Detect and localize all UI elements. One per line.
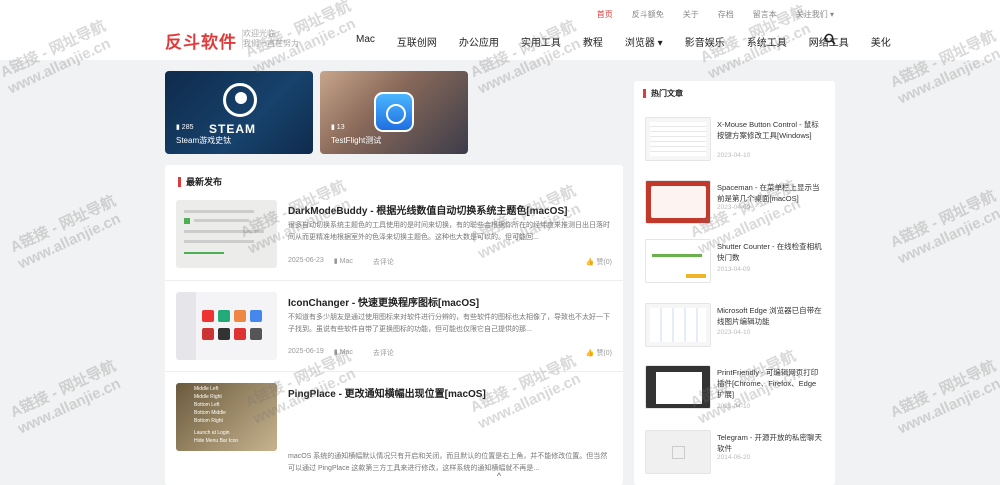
toplink-follow[interactable]: 关注我们 ▾ [796,9,834,20]
featured-count: ▮ 285 [176,124,194,131]
search-icon[interactable] [824,33,836,45]
latest-heading: 最新发布 [178,177,222,187]
thumb-line: Bottom Right [194,418,223,424]
hot-post-thumbnail[interactable] [645,303,711,347]
post-divider [165,280,623,281]
tagline-line-1: 欢迎光临 [243,29,275,38]
tagline-line-2: 我们一直在努力 [243,39,299,48]
hot-post-title[interactable]: Shutter Counter - 在线检查相机快门数 [717,241,825,263]
steam-logo-text: STEAM [209,122,256,136]
post-category[interactable]: ▮ Mac [334,348,363,358]
post-comment-link[interactable]: 去评论 [373,348,394,358]
hot-post-title[interactable]: PrintFriendly - 可编辑网页打印插件[Chrome、Firefox… [717,367,825,400]
post-like-button[interactable]: 👍 赞(0) [586,257,612,267]
scroll-to-top-button[interactable]: ^ [487,471,511,485]
nav-item-tools[interactable]: 实用工具 [521,34,561,49]
post-excerpt: 很多自动切换系统主题色的工具使用的是时间来切换，有的聪些会根据你所在的经纬度来推… [288,222,610,241]
post-thumbnail[interactable] [176,200,277,268]
thumb-line: Launch at Login [194,430,230,436]
toplink-about[interactable]: 关于 [683,9,699,20]
post-thumbnail[interactable]: Middle Left Middle Right Bottom Left Bot… [176,383,277,451]
toplink-home[interactable]: 首页 [597,9,613,20]
post-title[interactable]: IconChanger - 快速更换程序图标[macOS] [288,294,479,309]
thumb-line: Bottom Middle [194,410,226,416]
post-category[interactable]: ▮ Mac [334,257,363,267]
featured-title[interactable]: Steam游戏史钛 [176,135,231,146]
nav-item-mac[interactable]: Mac [356,34,375,49]
hot-post-thumbnail[interactable] [645,239,711,283]
post-like-button[interactable]: 👍 赞(0) [586,348,612,358]
watermark: A链接 - 网址导航 www.allanjie.cn [887,357,1000,438]
post-excerpt: macOS 系统的通知横幅默认情况只有开启和关闭，而且默认的位置是右上角，并不能… [288,453,608,472]
thumb-line: Middle Right [194,394,222,400]
toplink-archive[interactable]: 存档 [718,9,734,20]
site-logo[interactable]: 反斗软件 [165,28,237,53]
nav-item-media[interactable]: 影音娱乐 [685,34,725,49]
post-excerpt: 不知道有多少朋友是通过使用图标来对软件进行分辨的，有些软件的图标也太相像了，导致… [288,314,610,333]
toplink-free[interactable]: 反斗额免 [632,9,664,20]
nav-item-browser[interactable]: 浏览器 ▾ [625,34,663,49]
post-divider [165,371,623,372]
thumb-line: Hide Menu Bar Icon [194,438,239,444]
hot-post-date: 2023-04-10 [717,329,751,336]
nav-item-office[interactable]: 办公应用 [459,34,499,49]
hot-post-thumbnail[interactable] [645,365,711,409]
hot-post-thumbnail[interactable] [645,180,711,224]
hot-post-thumbnail[interactable] [645,430,711,474]
nav-item-tutorial[interactable]: 教程 [583,34,603,49]
featured-card-steam[interactable]: STEAM ▮ 285 Steam游戏史钛 [165,71,313,154]
testflight-app-icon [374,92,414,132]
hot-post-date: 2014-06-20 [717,454,751,461]
thumb-line: Bottom Left [194,402,220,408]
nav-item-internet[interactable]: 互联创网 [397,34,437,49]
hot-post-item[interactable]: Spaceman - 在菜单栏上显示当前是第几个桌面[macOS] 2023-0… [645,180,825,226]
hot-post-date: 2023-04-10 [717,403,751,410]
hot-post-title[interactable]: Telegram - 开源开放的私密聊天软件 [717,432,825,454]
hot-post-date: 2023-04-10 [717,152,751,159]
hot-post-item[interactable]: Shutter Counter - 在线检查相机快门数 2013-04-09 [645,239,825,285]
featured-card-testflight[interactable]: ▮ 13 TestFlight测试 [320,71,468,154]
post-thumbnail[interactable] [176,292,277,360]
nav-item-beautify[interactable]: 美化 [871,34,891,49]
watermark: A链接 - 网址导航 www.allanjie.cn [7,192,124,273]
hot-post-thumbnail[interactable] [645,117,711,161]
post-title[interactable]: PingPlace - 更改通知横幅出现位置[macOS] [288,385,486,400]
hot-post-item[interactable]: PrintFriendly - 可编辑网页打印插件[Chrome、Firefox… [645,365,825,411]
post-date: 2025-06-19 [288,348,324,355]
featured-title[interactable]: TestFlight测试 [331,135,381,146]
featured-count: ▮ 13 [331,124,345,131]
hot-post-date: 2023-04-09 [717,204,751,211]
post-date: 2025-06-23 [288,257,324,264]
hot-post-item[interactable]: X-Mouse Button Control - 鼠标按键方案修改工具[Wind… [645,117,825,163]
watermark: A链接 - 网址导航 www.allanjie.cn [887,187,1000,268]
post-comment-link[interactable]: 去评论 [373,257,394,267]
hot-post-title[interactable]: Spaceman - 在菜单栏上显示当前是第几个桌面[macOS] [717,182,825,204]
sidebar-heading: 热门文章 [643,89,683,98]
hot-post-title[interactable]: Microsoft Edge 浏览器已自带在线图片编辑功能 [717,305,825,327]
post-title[interactable]: DarkModeBuddy - 根据光线数值自动切换系统主题色[macOS] [288,202,567,217]
latest-posts-panel: 最新发布 DarkModeBuddy - 根据光线数值自动切换系统主题色[mac… [165,165,623,485]
watermark: A链接 - 网址导航 www.allanjie.cn [7,357,124,438]
post-meta: 2025-06-23 ▮ Mac 去评论 [288,257,404,267]
post-meta: 2025-06-19 ▮ Mac 去评论 [288,348,404,358]
toplink-guestbook[interactable]: 留言本 [753,9,777,20]
steam-logo-icon [223,83,257,117]
hot-posts-sidebar: 热门文章 X-Mouse Button Control - 鼠标按键方案修改工具… [634,81,835,485]
top-links: 首页 反斗额免 关于 存档 留言本 关注我们 ▾ [578,9,834,20]
thumb-line: Middle Left [194,386,219,392]
hot-post-item[interactable]: Microsoft Edge 浏览器已自带在线图片编辑功能 2023-04-10 [645,303,825,349]
site-tagline: 欢迎光临 我们一直在努力 [242,29,299,49]
hot-post-date: 2013-04-09 [717,266,751,273]
hot-post-title[interactable]: X-Mouse Button Control - 鼠标按键方案修改工具[Wind… [717,119,825,141]
nav-item-system[interactable]: 系统工具 [747,34,787,49]
site-header: 首页 反斗额免 关于 存档 留言本 关注我们 ▾ 反斗软件 欢迎光临 我们一直在… [0,0,1000,60]
hot-post-item[interactable]: Telegram - 开源开放的私密聊天软件 2014-06-20 [645,430,825,476]
